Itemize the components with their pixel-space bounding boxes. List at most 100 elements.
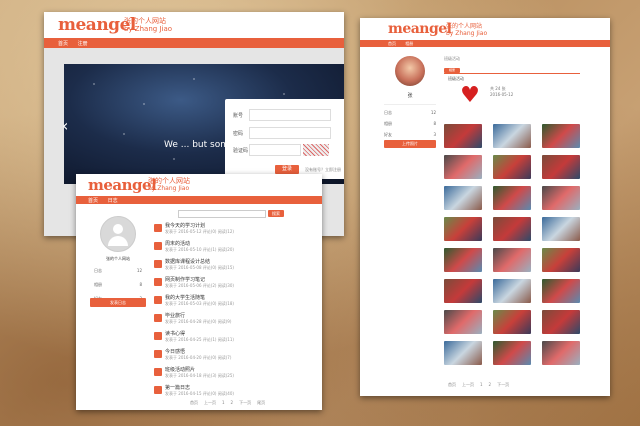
post-title[interactable]: 今日感悟 — [165, 348, 185, 355]
stat-row[interactable]: 好友3 — [384, 132, 436, 138]
stat-row[interactable]: 日志 12 — [384, 110, 436, 116]
photo-thumbnail[interactable] — [493, 217, 531, 241]
stat-row[interactable]: 日志 12 — [94, 268, 142, 274]
photo-thumbnail[interactable] — [542, 155, 580, 179]
page-2[interactable]: 2 — [231, 400, 234, 406]
page-prev[interactable]: 上一页 — [204, 400, 216, 406]
post-title[interactable]: 班级活动照片 — [165, 366, 195, 373]
post-meta: 发表于 2016-04-15 评论(0) 阅读(40) — [165, 391, 234, 396]
nav-home[interactable]: 首页 — [388, 41, 396, 46]
post-title[interactable]: 网页制作学习笔记 — [165, 276, 205, 283]
page-next[interactable]: 下一页 — [497, 382, 509, 388]
photo-thumbnail[interactable] — [542, 186, 580, 210]
nav-home[interactable]: 首页 — [88, 198, 98, 204]
list-item[interactable]: 周末的活动 发表于 2016-05-10 评论(1) 阅读(20) — [154, 240, 304, 258]
page-1[interactable]: 1 — [222, 400, 225, 406]
post-title[interactable]: 我今天的学习计划 — [165, 222, 205, 229]
photo-thumbnail[interactable] — [493, 248, 531, 272]
new-post-button[interactable]: 发表日志 — [90, 298, 146, 307]
avatar-placeholder[interactable] — [100, 216, 136, 252]
post-meta: 发表于 2016-04-18 评论(3) 阅读(25) — [165, 373, 234, 378]
nav-blog[interactable]: 日志 — [108, 198, 118, 204]
photo-thumbnail[interactable] — [444, 186, 482, 210]
photo-thumbnail[interactable] — [542, 217, 580, 241]
list-item[interactable]: 网页制作学习笔记 发表于 2016-05-06 评论(2) 阅读(30) — [154, 276, 304, 294]
photo-thumbnail[interactable] — [444, 217, 482, 241]
search-input[interactable] — [178, 210, 266, 218]
photo-thumbnail[interactable] — [444, 155, 482, 179]
password-field[interactable] — [249, 127, 331, 139]
list-item[interactable]: 读书心得 发表于 2016-04-25 评论(1) 阅读(11) — [154, 330, 304, 348]
username-field[interactable] — [249, 109, 331, 121]
photo-thumbnail[interactable] — [444, 124, 482, 148]
photo-thumbnail[interactable] — [542, 124, 580, 148]
photo-thumbnail[interactable] — [493, 124, 531, 148]
photo-thumbnail[interactable] — [542, 279, 580, 303]
upload-photo-button[interactable]: 上传照片 — [384, 140, 436, 148]
post-meta: 发表于 2016-05-08 评论(0) 阅读(15) — [165, 265, 234, 270]
list-item[interactable]: 今日感悟 发表于 2016-04-20 评论(0) 阅读(7) — [154, 348, 304, 366]
photo-thumbnail[interactable] — [493, 341, 531, 365]
list-item[interactable]: 我今天的学习计划 发表于 2016-05-12 评论(0) 阅读(12) — [154, 222, 304, 240]
photo-thumbnail[interactable] — [493, 155, 531, 179]
captcha-image[interactable] — [303, 144, 329, 156]
post-meta: 发表于 2016-04-20 评论(0) 阅读(7) — [165, 355, 232, 360]
list-pagination: 首页 上一页 1 2 下一页 尾页 — [190, 400, 265, 406]
stat-row[interactable]: 相册 8 — [384, 121, 436, 127]
nav-home[interactable]: 首页 — [58, 41, 68, 47]
photo-thumbnail[interactable] — [444, 310, 482, 334]
photo-thumbnail[interactable] — [493, 186, 531, 210]
site-logo[interactable]: meangel — [388, 21, 452, 37]
login-form: 账号 密码 验证码 登录 没有账号？立即注册 — [225, 99, 344, 179]
post-icon — [154, 350, 162, 358]
post-title[interactable]: 第一篇日志 — [165, 384, 190, 391]
profile-name: 张 — [407, 93, 413, 99]
stat-row[interactable]: 相册 8 — [94, 282, 142, 288]
carousel-prev-icon[interactable]: ‹ — [62, 116, 68, 135]
nav-album[interactable]: 相册 — [405, 41, 413, 46]
page-first[interactable]: 首页 — [448, 382, 456, 388]
album-breadcrumb: 班级活动 — [444, 56, 460, 61]
post-title[interactable]: 读书心得 — [165, 330, 185, 337]
photo-thumbnail[interactable] — [444, 341, 482, 365]
photo-thumbnail[interactable] — [444, 248, 482, 272]
post-list-area: 搜索 我今天的学习计划 发表于 2016-05-12 评论(0) 阅读(12) 周末… — [154, 208, 314, 408]
post-meta: 发表于 2016-05-03 评论(0) 阅读(18) — [165, 301, 234, 306]
page-last[interactable]: 尾页 — [257, 400, 265, 406]
photo-thumbnail[interactable] — [493, 279, 531, 303]
nav-bar: 首页 日志 — [76, 196, 322, 204]
login-button[interactable]: 登录 — [275, 165, 299, 174]
album-pagination: 首页 上一页 1 2 下一页 — [448, 382, 509, 388]
list-item[interactable]: 班级活动照片 发表于 2016-04-18 评论(3) 阅读(25) — [154, 366, 304, 384]
page-next[interactable]: 下一页 — [239, 400, 251, 406]
heart-icon: ♥ — [460, 83, 480, 108]
page-prev[interactable]: 上一页 — [462, 382, 474, 388]
post-meta: 发表于 2016-04-28 评论(0) 阅读(9) — [165, 319, 232, 324]
photo-thumbnail[interactable] — [542, 341, 580, 365]
photo-thumbnail[interactable] — [444, 279, 482, 303]
photo-thumbnail[interactable] — [542, 310, 580, 334]
photo-thumbnail[interactable] — [493, 310, 531, 334]
list-item[interactable]: 我的大学生活随笔 发表于 2016-05-03 评论(0) 阅读(18) — [154, 294, 304, 312]
post-icon — [154, 332, 162, 340]
list-item[interactable]: 毕业旅行 发表于 2016-04-28 评论(0) 阅读(9) — [154, 312, 304, 330]
captcha-field[interactable] — [249, 144, 301, 156]
site-logo[interactable]: meangel — [88, 176, 157, 194]
post-title[interactable]: 数据库课程设计总结 — [165, 258, 210, 265]
password-label: 密码 — [233, 131, 244, 137]
post-title[interactable]: 毕业旅行 — [165, 312, 185, 319]
search-button[interactable]: 搜索 — [268, 210, 284, 217]
post-title[interactable]: 我的大学生活随笔 — [165, 294, 205, 301]
register-link[interactable]: 没有账号？立即注册 — [305, 167, 341, 173]
post-meta: 发表于 2016-05-12 评论(0) 阅读(12) — [165, 229, 234, 234]
page-1[interactable]: 1 — [480, 382, 483, 388]
page-first[interactable]: 首页 — [190, 400, 198, 406]
nav-register[interactable]: 注册 — [78, 41, 88, 47]
post-icon — [154, 242, 162, 250]
post-title[interactable]: 周末的活动 — [165, 240, 190, 247]
avatar[interactable] — [395, 56, 425, 86]
list-item[interactable]: 数据库课程设计总结 发表于 2016-05-08 评论(0) 阅读(15) — [154, 258, 304, 276]
page-2[interactable]: 2 — [489, 382, 492, 388]
username-label: 账号 — [233, 113, 244, 119]
photo-thumbnail[interactable] — [542, 248, 580, 272]
